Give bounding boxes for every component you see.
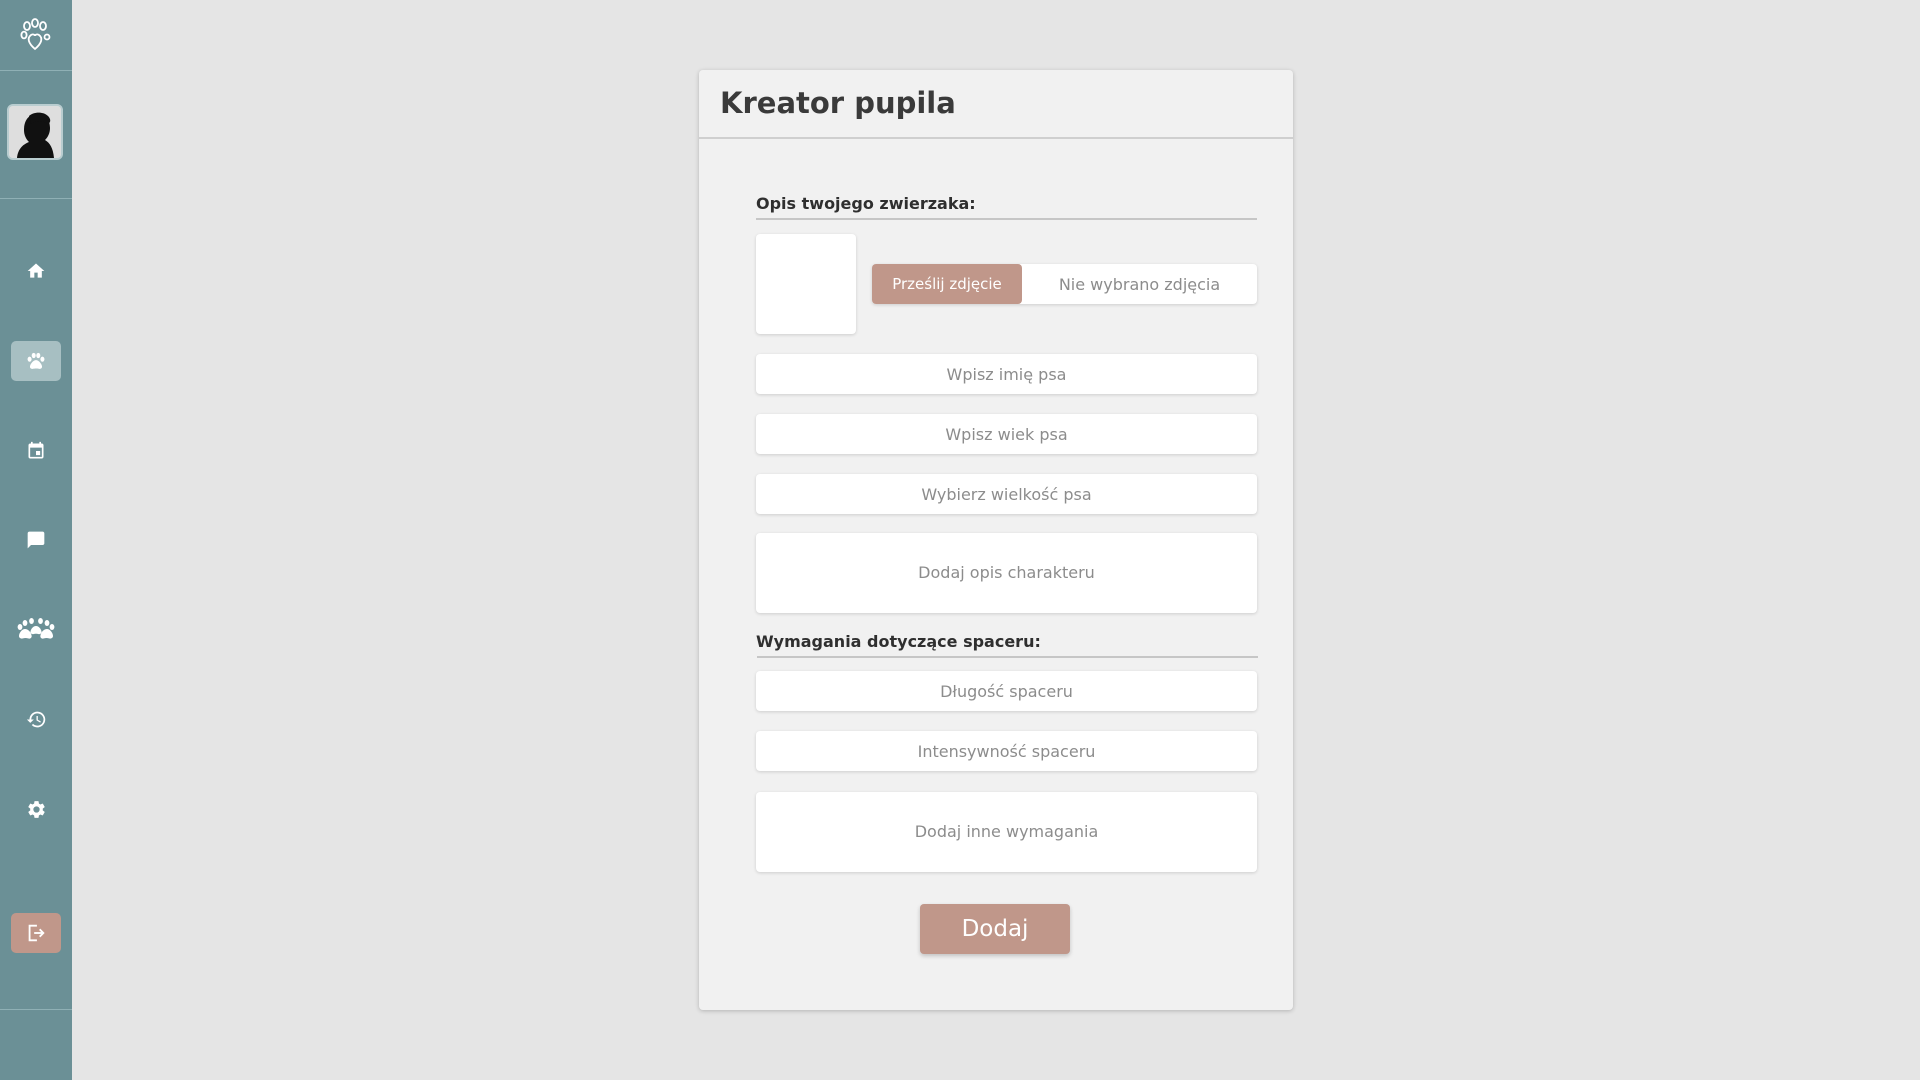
sidebar-item-history[interactable] [11,699,61,739]
card-header: Kreator pupila [699,70,1293,139]
sidebar-divider [0,70,72,71]
sidebar-divider [0,198,72,199]
sidebar-item-community[interactable] [11,609,61,649]
paw-heart-icon[interactable] [0,0,72,70]
paw-icon [27,352,45,369]
dog-name-input[interactable] [756,354,1257,394]
description-section-label: Opis twojego zwierzaka: [756,194,976,213]
sidebar-item-pets[interactable] [11,341,61,381]
sidebar-item-calendar[interactable] [11,431,61,471]
paws-group-icon [17,618,55,639]
section-divider [757,656,1258,658]
walk-length-input[interactable] [756,671,1257,711]
logout-button[interactable] [11,913,61,953]
upload-status-text: Nie wybrano zdjęcia [1058,274,1221,294]
history-icon [26,711,45,727]
chat-icon [27,531,45,549]
page-title: Kreator pupila [720,86,956,120]
section-divider [756,218,1257,220]
upload-photo-button[interactable]: Prześlij zdjęcie [872,264,1022,304]
sidebar-item-messages[interactable] [11,520,61,560]
character-description-textarea[interactable] [756,533,1257,613]
home-icon [27,263,45,278]
gear-icon [27,800,45,818]
calendar-icon [28,441,44,459]
photo-upload: Prześlij zdjęcie Nie wybrano zdjęcia [872,264,1257,304]
sidebar-divider [0,1009,72,1010]
avatar[interactable] [7,104,63,160]
walk-section-label: Wymagania dotyczące spaceru: [756,632,1041,651]
photo-preview [756,234,856,334]
walk-intensity-input[interactable] [756,731,1257,771]
other-requirements-textarea[interactable] [756,792,1257,872]
sidebar-item-settings[interactable] [11,789,61,829]
dog-size-select[interactable] [756,474,1257,514]
dog-age-input[interactable] [756,414,1257,454]
add-pet-button[interactable]: Dodaj [920,904,1070,954]
pet-creator-card: Kreator pupila Opis twojego zwierzaka: P… [699,70,1293,1010]
sidebar-item-home[interactable] [11,251,61,291]
logout-icon [28,924,45,942]
sidebar [0,0,72,1080]
